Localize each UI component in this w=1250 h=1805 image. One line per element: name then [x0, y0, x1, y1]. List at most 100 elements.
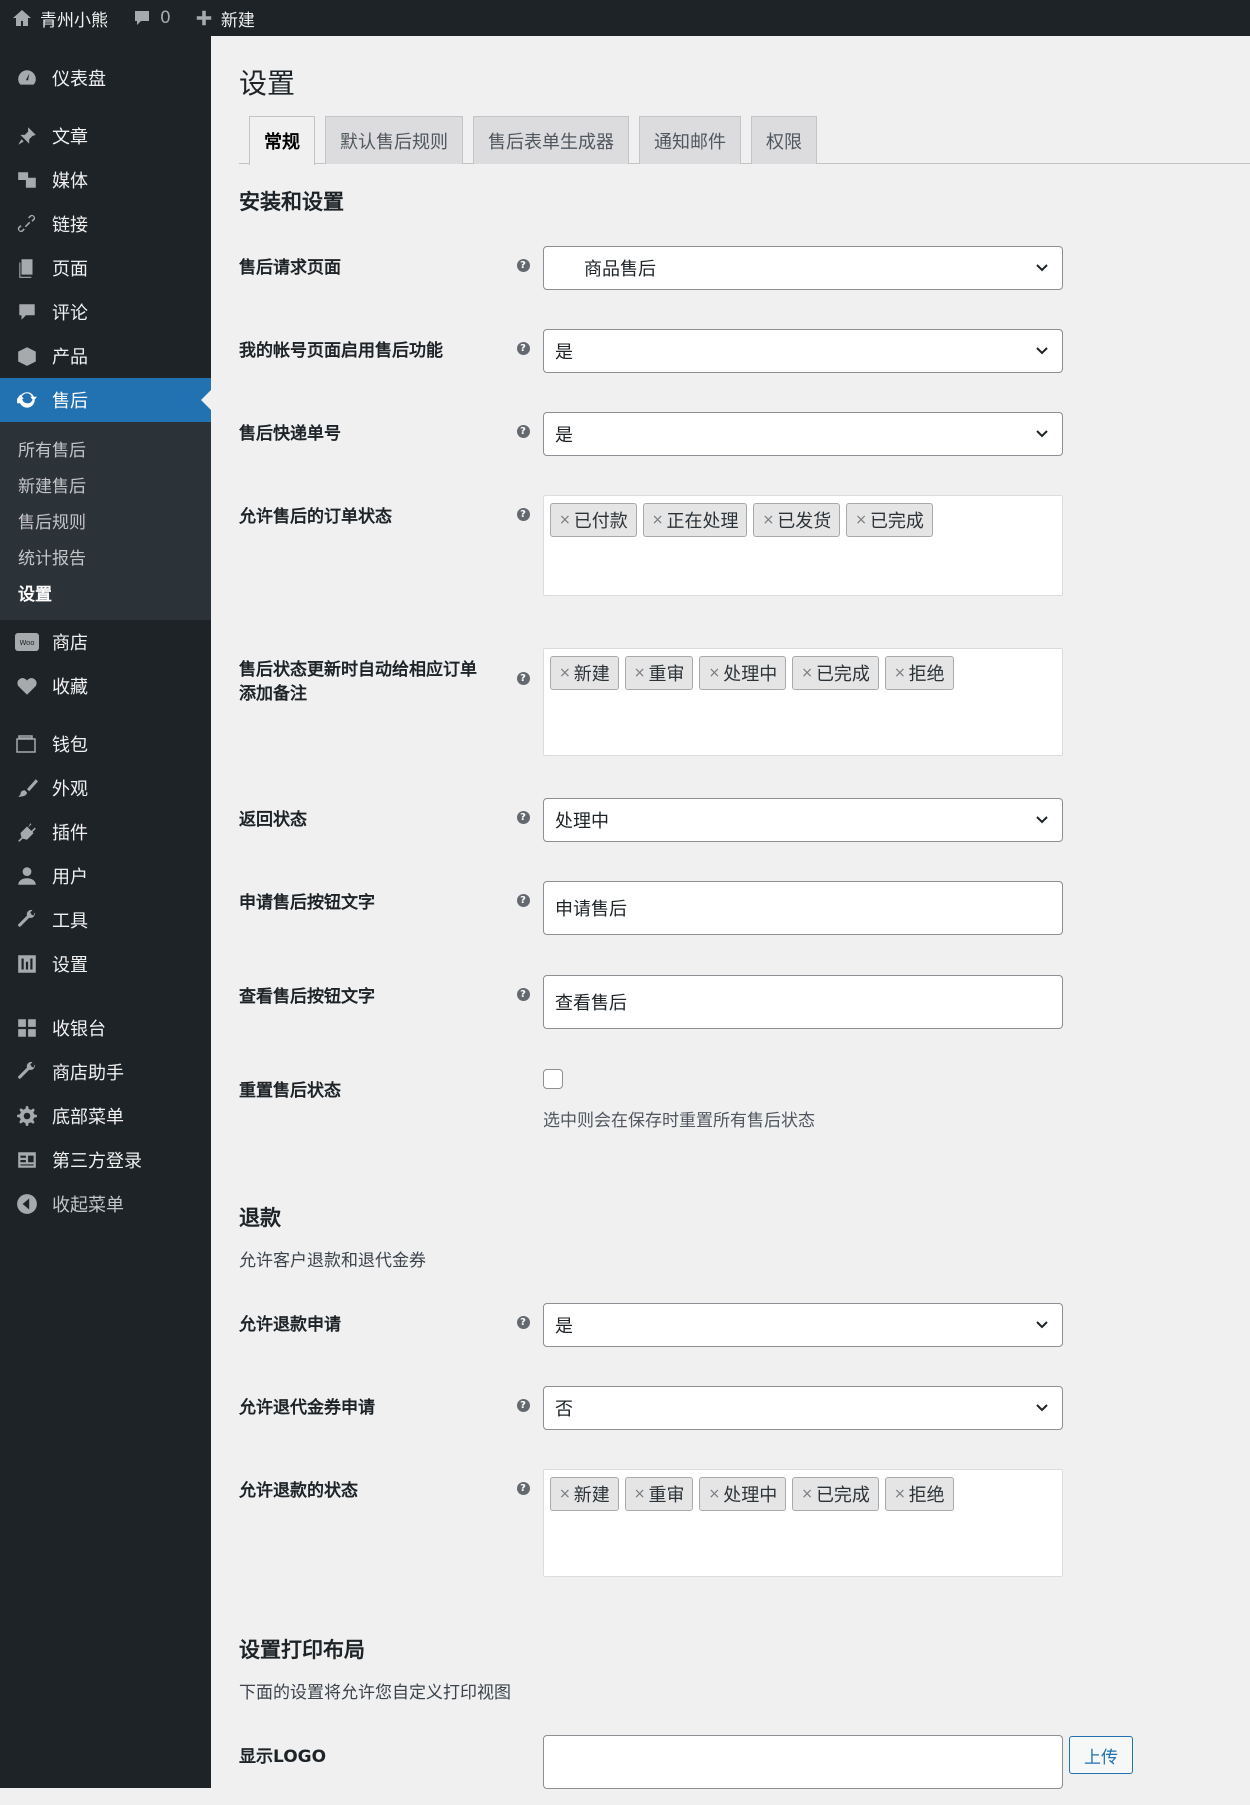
auto-note-multiselect[interactable]: × 新建 × 重审 × 处理中 × 已完成 × 拒绝 — [543, 648, 1063, 756]
menu-posts[interactable]: 文章 — [0, 114, 211, 158]
tag[interactable]: × 处理中 — [699, 1477, 787, 1511]
tag[interactable]: × 已发货 — [753, 503, 841, 537]
remove-icon[interactable]: × — [762, 512, 774, 528]
menu-collapse[interactable]: 收起菜单 — [0, 1182, 211, 1226]
submenu-rules[interactable]: 售后规则 — [0, 502, 211, 538]
label-line: 添加备注 — [239, 684, 307, 704]
help-icon[interactable]: ? — [511, 505, 535, 529]
remove-icon[interactable]: × — [559, 512, 571, 528]
remove-icon[interactable]: × — [894, 1486, 906, 1502]
submenu-all[interactable]: 所有售后 — [0, 430, 211, 466]
submenu-reports[interactable]: 统计报告 — [0, 538, 211, 574]
comment-icon — [135, 11, 149, 25]
view-button-text-input[interactable]: 查看售后 — [543, 975, 1063, 1029]
remove-icon[interactable]: × — [634, 665, 646, 681]
menu-links[interactable]: 链接 — [0, 202, 211, 246]
tag[interactable]: × 已完成 — [792, 656, 879, 690]
tag-label: 已完成 — [815, 1485, 870, 1506]
tab-default-rules[interactable]: 默认售后规则 — [325, 116, 463, 164]
help-icon[interactable]: ? — [511, 891, 535, 915]
menu-comments[interactable]: 评论 — [0, 290, 211, 334]
help-icon[interactable]: ? — [511, 256, 535, 280]
tag[interactable]: × 重审 — [624, 1477, 694, 1511]
tag[interactable]: × 拒绝 — [884, 656, 954, 690]
menu-label: 用户 — [52, 867, 88, 888]
help-icon[interactable]: ? — [511, 985, 535, 1009]
menu-plugins[interactable]: 插件 — [0, 810, 211, 854]
remove-icon[interactable]: × — [708, 1486, 720, 1502]
tag[interactable]: × 新建 — [550, 656, 619, 690]
help-icon[interactable]: ? — [511, 808, 535, 832]
help-icon[interactable]: ? — [511, 422, 535, 446]
remove-icon[interactable]: × — [559, 1486, 571, 1502]
menu-label: 插件 — [52, 823, 88, 844]
help-icon[interactable]: ? — [511, 1479, 535, 1503]
menu-media[interactable]: 媒体 — [0, 158, 211, 202]
refund-status-multiselect[interactable]: × 新建 × 重审 × 处理中 × 已完成 × 拒绝 — [543, 1469, 1063, 1577]
logo-url-input[interactable] — [543, 1735, 1063, 1789]
menu-aftersales[interactable]: 售后 — [0, 378, 211, 422]
select-value: 处理中 — [555, 811, 609, 832]
remove-icon[interactable]: × — [559, 665, 571, 681]
remove-icon[interactable]: × — [652, 512, 664, 528]
apply-button-text-input[interactable]: 申请售后 — [543, 881, 1063, 935]
tag[interactable]: × 新建 — [550, 1477, 619, 1511]
tag[interactable]: × 已付款 — [550, 503, 637, 537]
new-link[interactable]: 新建 — [183, 0, 267, 36]
section-install-title: 安装和设置 — [239, 190, 344, 214]
remove-icon[interactable]: × — [894, 665, 906, 681]
tag[interactable]: × 重审 — [624, 656, 694, 690]
menu-pages[interactable]: 页面 — [0, 246, 211, 290]
menu-products[interactable]: 产品 — [0, 334, 211, 378]
comments-count: 0 — [160, 8, 171, 28]
tag[interactable]: × 处理中 — [699, 656, 787, 690]
request-page-select[interactable]: 商品售后 — [543, 246, 1063, 290]
order-status-multiselect[interactable]: × 已付款 × 正在处理 × 已发货 × 已完成 — [543, 495, 1063, 596]
tag-label: 已发货 — [777, 511, 832, 532]
tag[interactable]: × 正在处理 — [642, 503, 748, 537]
menu-settings[interactable]: 设置 — [0, 942, 211, 986]
field-order-status: 允许售后的订单状态 ? × 已付款 × 正在处理 × 已发货 × 已完成 — [239, 495, 1250, 635]
tab-form-builder[interactable]: 售后表单生成器 — [473, 116, 629, 164]
menu-users[interactable]: 用户 — [0, 854, 211, 898]
tag[interactable]: × 已完成 — [846, 503, 933, 537]
remove-icon[interactable]: × — [855, 512, 867, 528]
menu-shop[interactable]: Woo 商店 — [0, 620, 211, 664]
help-icon[interactable]: ? — [511, 658, 535, 685]
menu-cashier[interactable]: 收银台 — [0, 1006, 211, 1050]
help-icon[interactable]: ? — [511, 1313, 535, 1337]
submenu-settings[interactable]: 设置 — [0, 574, 211, 610]
return-status-select[interactable]: 处理中 — [543, 798, 1063, 842]
tag[interactable]: × 已完成 — [792, 1477, 879, 1511]
tag[interactable]: × 拒绝 — [884, 1477, 954, 1511]
menu-favorites[interactable]: 收藏 — [0, 664, 211, 708]
tab-notification-email[interactable]: 通知邮件 — [639, 116, 741, 164]
menu-appearance[interactable]: 外观 — [0, 766, 211, 810]
menu-bottom-menu[interactable]: 底部菜单 — [0, 1094, 211, 1138]
site-link[interactable]: 青州小熊 — [0, 0, 120, 36]
menu-third-party-login[interactable]: 第三方登录 — [0, 1138, 211, 1182]
remove-icon[interactable]: × — [708, 665, 720, 681]
allow-coupon-select[interactable]: 否 — [543, 1386, 1063, 1430]
tag-label: 处理中 — [723, 664, 778, 685]
menu-wallet[interactable]: 钱包 — [0, 722, 211, 766]
menu-label: 收起菜单 — [52, 1195, 124, 1216]
remove-icon[interactable]: × — [801, 665, 813, 681]
tracking-select[interactable]: 是 — [543, 412, 1063, 456]
submenu-new[interactable]: 新建售后 — [0, 466, 211, 502]
comments-link[interactable]: 0 — [120, 0, 183, 36]
help-icon[interactable]: ? — [511, 339, 535, 363]
menu-label: 媒体 — [52, 171, 88, 192]
remove-icon[interactable]: × — [634, 1486, 646, 1502]
allow-refund-select[interactable]: 是 — [543, 1303, 1063, 1347]
upload-button[interactable]: 上传 — [1069, 1736, 1133, 1774]
help-icon[interactable]: ? — [511, 1396, 535, 1420]
menu-shop-assistant[interactable]: 商店助手 — [0, 1050, 211, 1094]
tab-permissions[interactable]: 权限 — [751, 116, 817, 164]
menu-tools[interactable]: 工具 — [0, 898, 211, 942]
remove-icon[interactable]: × — [801, 1486, 813, 1502]
myaccount-select[interactable]: 是 — [543, 329, 1063, 373]
tab-general[interactable]: 常规 — [249, 116, 315, 165]
reset-status-checkbox[interactable] — [543, 1069, 563, 1089]
menu-dashboard[interactable]: 仪表盘 — [0, 56, 211, 100]
